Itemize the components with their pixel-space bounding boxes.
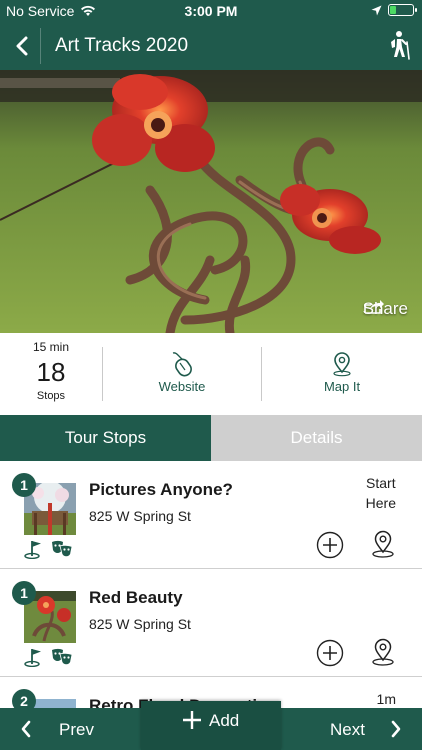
add-label: Add [209,711,240,730]
duration-block: 15 min 18 Stops [0,333,102,415]
tab-details[interactable]: Details [211,415,422,461]
theater-masks-icon [52,648,73,666]
list-item[interactable]: 1 Pictures Anyone? 825 W Spring St Start… [0,461,422,569]
stop-name: Red Beauty [89,588,183,607]
website-button[interactable]: Website [103,333,261,415]
flag-icon [24,541,41,559]
tour-stops-list[interactable]: 1 Pictures Anyone? 825 W Spring St Start… [0,461,422,710]
plus-icon [183,711,201,729]
tab-tour-stops[interactable]: Tour Stops [0,415,211,461]
hiker-icon[interactable] [386,30,412,60]
chevron-right-icon [391,720,401,738]
nav-divider [40,28,41,64]
hero-image: Share [0,70,422,333]
map-it-label: Map It [323,379,361,394]
nav-bar: Art Tracks 2020 [0,22,422,70]
stop-distance: 1m [376,691,396,707]
map-pin-icon [333,352,351,377]
map-it-button[interactable]: Map It [262,333,422,415]
battery-icon [388,4,417,16]
sculpture-photo [0,70,422,333]
stop-number-badge: 1 [12,473,36,497]
map-pin-icon[interactable] [370,529,396,559]
location-arrow-icon [371,5,382,15]
theater-masks-icon [52,540,73,558]
next-button[interactable]: Next [282,708,422,750]
stop-distance: Start Here [365,475,396,511]
prev-button[interactable]: Prev [0,708,140,750]
share-icon [363,300,384,314]
status-bar: No Service 3:00 PM [0,0,422,22]
tab-bar: Tour Stops Details [0,415,422,461]
mouse-icon [172,352,192,377]
add-button[interactable]: Add [141,701,281,750]
next-label: Next [330,720,365,739]
tour-summary: 15 min 18 Stops Website Map It [0,333,422,415]
stop-count: 18 [36,357,66,387]
back-button[interactable] [8,32,36,60]
website-label: Website [158,379,206,394]
list-item[interactable]: 1 Red Beauty 825 W Spring St [0,569,422,677]
page-title: Art Tracks 2020 [55,35,189,56]
share-button[interactable]: Share [363,299,408,319]
duration-label: 15 min [32,340,70,354]
chevron-left-icon [21,720,31,738]
stop-number-badge: 2 [12,689,36,710]
stop-address: 825 W Spring St [89,616,191,632]
stop-address: 825 W Spring St [89,508,191,524]
stops-label: Stops [36,390,66,402]
stop-name: Pictures Anyone? [89,480,233,499]
stop-number-badge: 1 [12,581,36,605]
add-stop-button[interactable] [316,531,344,559]
clock: 3:00 PM [184,3,238,19]
prev-label: Prev [59,720,94,739]
add-stop-button[interactable] [316,639,344,667]
chevron-left-icon [16,36,28,56]
bottom-nav-bar: Prev Add Next [0,701,422,750]
map-pin-icon[interactable] [370,637,396,667]
flag-icon [24,649,41,667]
